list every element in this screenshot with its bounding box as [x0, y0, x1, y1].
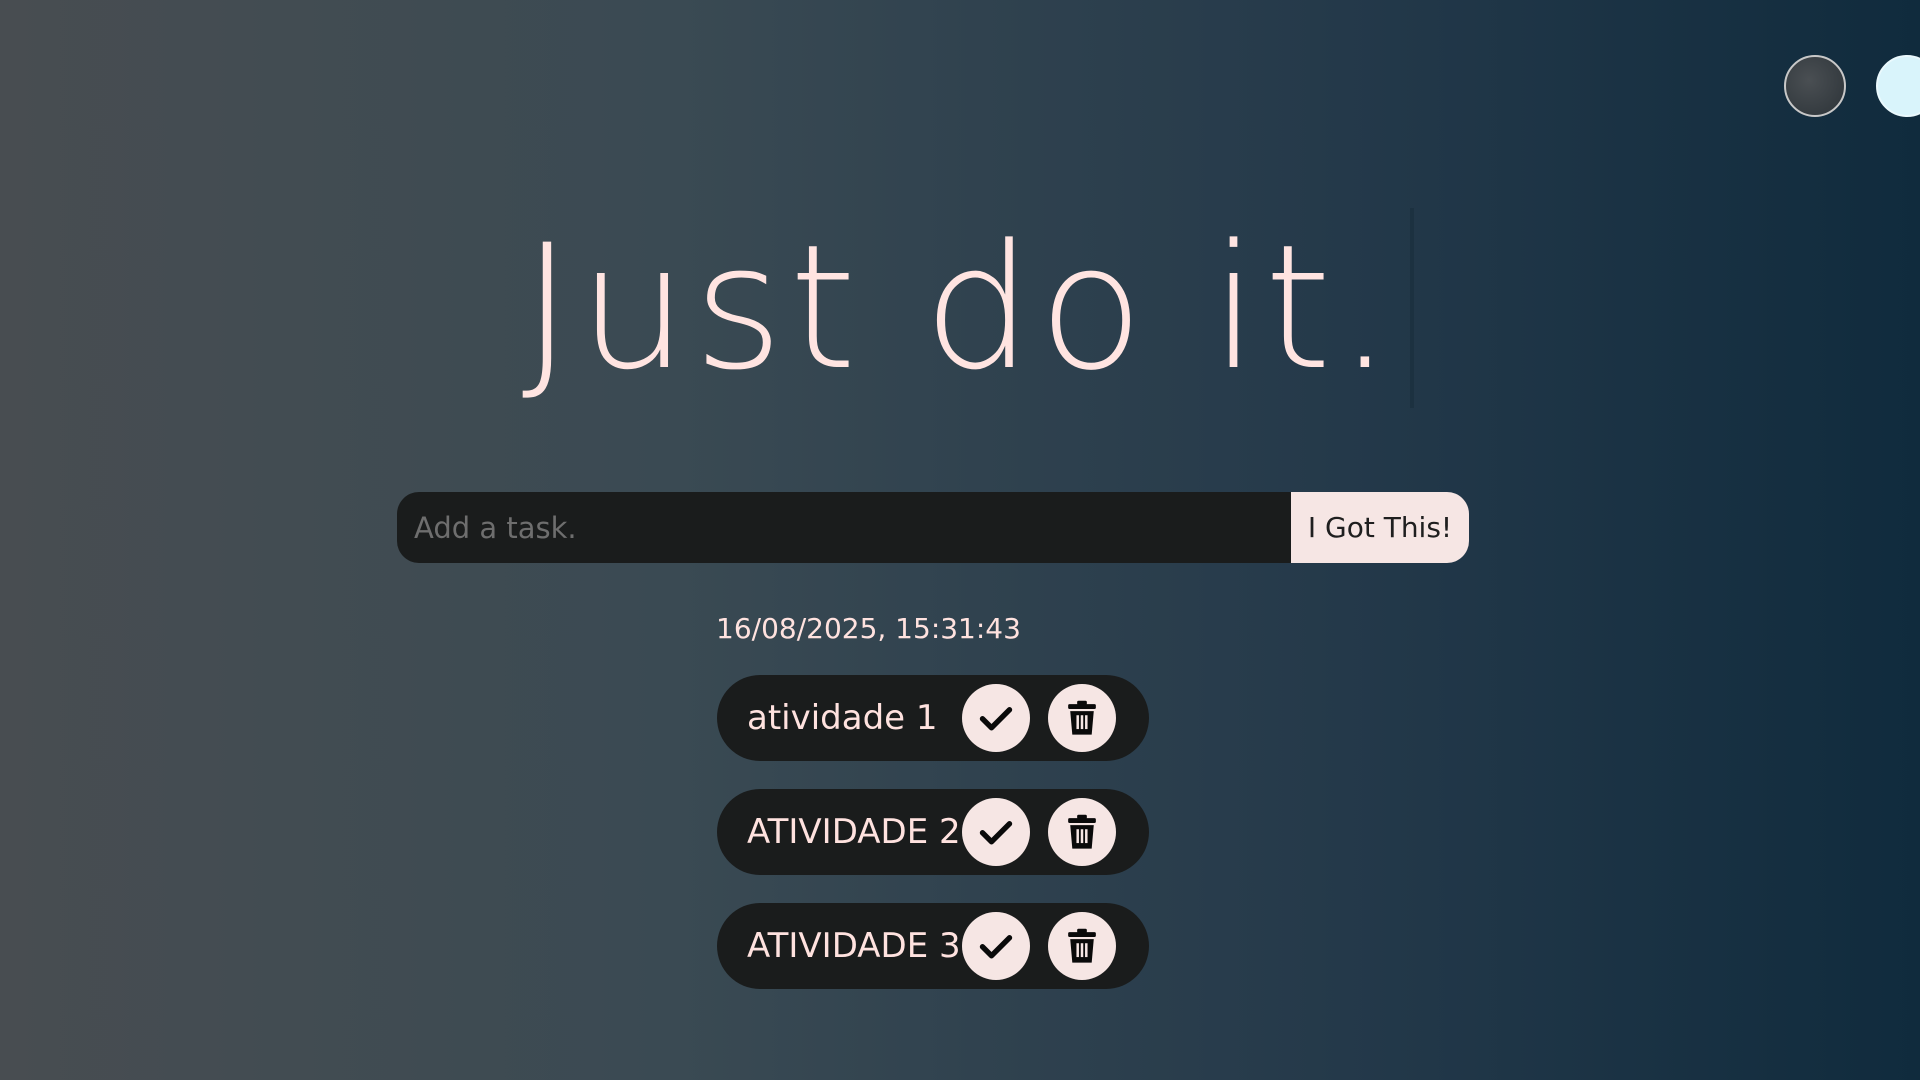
header: Just do it.: [0, 208, 1920, 408]
page-title: Just do it.: [521, 207, 1415, 408]
task-input[interactable]: [397, 492, 1291, 563]
trash-icon: [1068, 928, 1096, 963]
delete-task-button[interactable]: [1048, 684, 1116, 752]
todo-item: atividade 1: [717, 675, 1149, 761]
delete-task-button[interactable]: [1048, 798, 1116, 866]
add-task-button[interactable]: I Got This!: [1291, 492, 1469, 563]
todo-list: atividade 1 ATIVIDADE 2 ATIVIDADE 3: [717, 675, 1149, 1017]
check-icon: [979, 935, 1013, 959]
todo-text: ATIVIDADE 3: [747, 926, 961, 966]
typing-cursor: [1410, 208, 1415, 408]
light-theme-button[interactable]: [1876, 55, 1920, 117]
todo-text: ATIVIDADE 2: [747, 812, 961, 852]
todo-item: ATIVIDADE 2: [717, 789, 1149, 875]
todo-text: atividade 1: [747, 698, 938, 738]
complete-task-button[interactable]: [962, 798, 1030, 866]
trash-icon: [1068, 700, 1096, 735]
theme-switcher: [1784, 55, 1920, 119]
complete-task-button[interactable]: [962, 912, 1030, 980]
task-form: I Got This!: [397, 492, 1469, 563]
delete-task-button[interactable]: [1048, 912, 1116, 980]
check-icon: [979, 707, 1013, 731]
trash-icon: [1068, 814, 1096, 849]
todo-item: ATIVIDADE 3: [717, 903, 1149, 989]
page-title-text: Just do it.: [521, 207, 1399, 408]
standard-theme-button[interactable]: [1784, 55, 1846, 117]
check-icon: [979, 821, 1013, 845]
datetime-display: 16/08/2025, 15:31:43: [716, 612, 1021, 645]
complete-task-button[interactable]: [962, 684, 1030, 752]
